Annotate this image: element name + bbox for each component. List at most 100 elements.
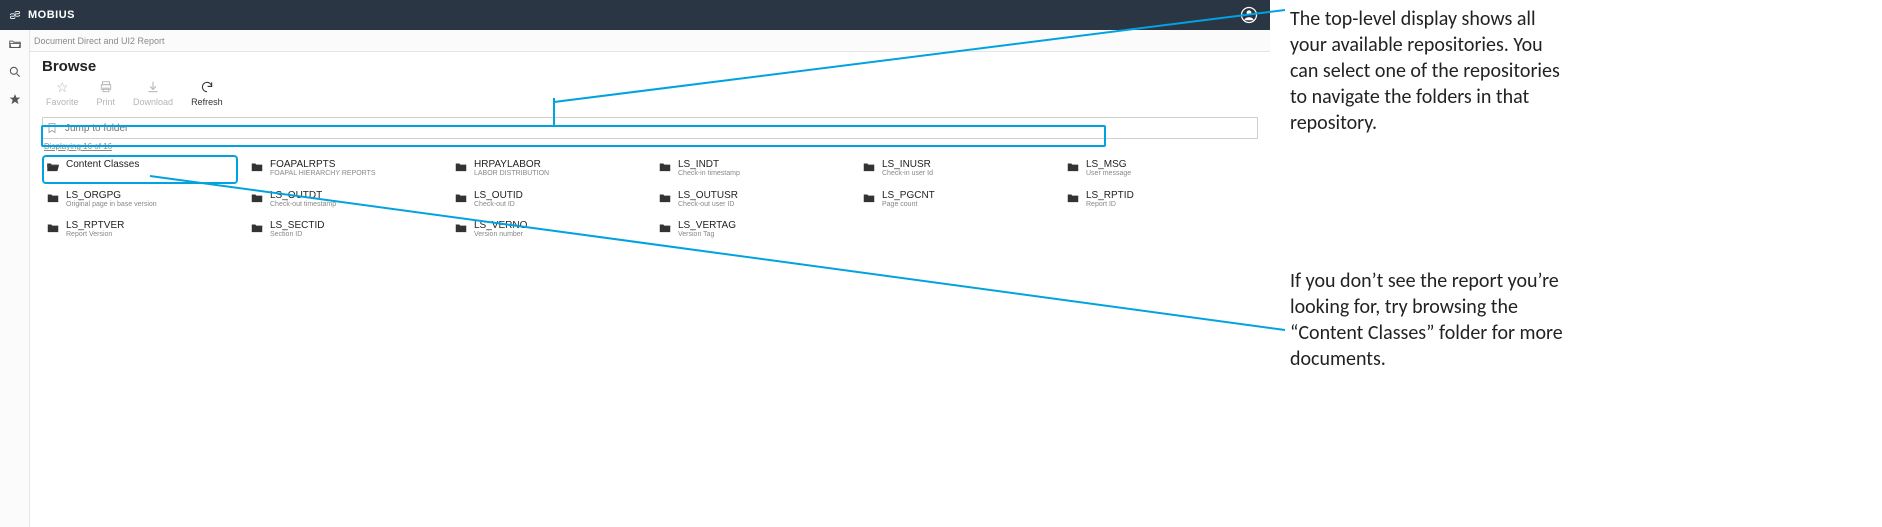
folder-item[interactable]: LS_INUSRCheck-in user Id — [858, 155, 1054, 184]
folder-icon — [454, 191, 468, 205]
folder-name: LS_VERNO — [474, 220, 527, 231]
folder-item[interactable]: LS_OUTIDCheck-out ID — [450, 186, 646, 215]
folder-desc: Report ID — [1086, 201, 1134, 209]
folder-name: LS_MSG — [1086, 159, 1131, 170]
download-label: Download — [133, 97, 173, 107]
folder-item[interactable]: LS_RPTIDReport ID — [1062, 186, 1258, 215]
left-rail — [0, 30, 30, 527]
folder-icon — [862, 191, 876, 205]
folder-desc: FOAPAL HIERARCHY REPORTS — [270, 170, 376, 178]
folder-icon — [454, 221, 468, 235]
folder-desc: LABOR DISTRIBUTION — [474, 170, 549, 178]
rail-folder-open-icon[interactable] — [0, 30, 30, 58]
folder-icon — [454, 160, 468, 174]
brand-label: MOBIUS — [28, 9, 75, 21]
print-label: Print — [97, 97, 116, 107]
favorite-button[interactable]: ☆ Favorite — [46, 79, 79, 107]
folder-desc: Original page in base version — [66, 201, 157, 209]
folder-icon — [250, 221, 264, 235]
rail-search-icon[interactable] — [0, 58, 30, 86]
folder-item[interactable]: LS_RPTVERReport Version — [42, 216, 238, 245]
folder-item[interactable]: LS_PGCNTPage count — [858, 186, 1054, 215]
folder-text: LS_INUSRCheck-in user Id — [882, 159, 933, 178]
folder-icon — [658, 221, 672, 235]
folder-item[interactable]: LS_VERTAGVersion Tag — [654, 216, 850, 245]
refresh-label: Refresh — [191, 97, 223, 107]
folder-text: LS_ORGPGOriginal page in base version — [66, 190, 157, 209]
folder-text: HRPAYLABORLABOR DISTRIBUTION — [474, 159, 549, 178]
folder-text: LS_INDTCheck-in timestamp — [678, 159, 740, 178]
annotation-text-top: The top-level display shows all your ava… — [1290, 6, 1570, 136]
folder-item[interactable]: HRPAYLABORLABOR DISTRIBUTION — [450, 155, 646, 184]
folder-name: LS_SECTID — [270, 220, 324, 231]
folder-name: LS_OUTUSR — [678, 190, 738, 201]
folder-name: LS_PGCNT — [882, 190, 935, 201]
folder-text: LS_VERTAGVersion Tag — [678, 220, 736, 239]
page-title: Browse — [30, 52, 1270, 79]
folder-item[interactable]: LS_OUTDTCheck-out timestamp — [246, 186, 442, 215]
folder-text: LS_OUTDTCheck-out timestamp — [270, 190, 336, 209]
folder-text: LS_RPTIDReport ID — [1086, 190, 1134, 209]
folder-desc: Report Version — [66, 231, 124, 239]
print-icon — [99, 79, 113, 95]
folder-icon — [658, 191, 672, 205]
folder-name: LS_INDT — [678, 159, 740, 170]
folder-icon — [862, 160, 876, 174]
main-content: Browse ☆ Favorite Print Download Refresh — [30, 52, 1270, 245]
top-bar: MOBIUS — [0, 0, 1270, 30]
annotation-text-bottom: If you don’t see the report you’re looki… — [1290, 268, 1570, 372]
folder-text: LS_MSGUser message — [1086, 159, 1131, 178]
folder-item[interactable]: LS_VERNOVersion number — [450, 216, 646, 245]
folder-text: Content Classes — [66, 159, 139, 170]
folder-text: LS_OUTUSRCheck-out user ID — [678, 190, 738, 209]
refresh-icon — [200, 79, 214, 95]
folder-text: LS_VERNOVersion number — [474, 220, 527, 239]
folder-name: LS_VERTAG — [678, 220, 736, 231]
refresh-button[interactable]: Refresh — [191, 79, 223, 107]
folder-name: Content Classes — [66, 159, 139, 170]
folder-icon — [250, 160, 264, 174]
folder-desc: Check-out user ID — [678, 201, 738, 209]
folder-icon — [250, 191, 264, 205]
folder-desc: Version number — [474, 231, 527, 239]
folder-desc: Check-in timestamp — [678, 170, 740, 178]
folder-item[interactable]: LS_MSGUser message — [1062, 155, 1258, 184]
folder-icon — [46, 221, 60, 235]
folder-grid: Content Classes FOAPALRPTSFOAPAL HIERARCH… — [30, 155, 1270, 245]
folder-text: LS_SECTIDSection ID — [270, 220, 324, 239]
print-button[interactable]: Print — [97, 79, 116, 107]
download-button[interactable]: Download — [133, 79, 173, 107]
folder-icon — [46, 191, 60, 205]
folder-desc: Check-in user Id — [882, 170, 933, 178]
folder-name: LS_RPTVER — [66, 220, 124, 231]
folder-item[interactable]: LS_SECTIDSection ID — [246, 216, 442, 245]
folder-icon — [1066, 160, 1080, 174]
folder-item[interactable]: LS_ORGPGOriginal page in base version — [42, 186, 238, 215]
folder-name: LS_OUTID — [474, 190, 523, 201]
folder-desc: Page count — [882, 201, 935, 209]
folder-item[interactable]: FOAPALRPTSFOAPAL HIERARCHY REPORTS — [246, 155, 442, 184]
favorite-label: Favorite — [46, 97, 79, 107]
folder-item[interactable]: LS_OUTUSRCheck-out user ID — [654, 186, 850, 215]
star-icon: ☆ — [56, 79, 69, 95]
breadcrumb-text[interactable]: Document Direct and UI2 Report — [34, 36, 165, 46]
anno-box-search — [41, 125, 1106, 147]
folder-open-icon — [46, 160, 60, 174]
folder-item[interactable]: LS_INDTCheck-in timestamp — [654, 155, 850, 184]
toolbar: ☆ Favorite Print Download Refresh — [30, 79, 1270, 113]
breadcrumb-row: Document Direct and UI2 Report — [0, 30, 1270, 52]
logo-section: MOBIUS — [8, 8, 75, 22]
folder-text: LS_RPTVERReport Version — [66, 220, 124, 239]
rail-favorite-icon[interactable] — [0, 86, 30, 114]
folder-name: LS_OUTDT — [270, 190, 336, 201]
folder-name: LS_INUSR — [882, 159, 933, 170]
folder-text: LS_OUTIDCheck-out ID — [474, 190, 523, 209]
folder-icon — [658, 160, 672, 174]
folder-name: LS_RPTID — [1086, 190, 1134, 201]
folder-desc: Version Tag — [678, 231, 736, 239]
folder-desc: Check-out timestamp — [270, 201, 336, 209]
folder-desc: User message — [1086, 170, 1131, 178]
folder-item[interactable]: Content Classes — [42, 155, 238, 184]
folder-desc: Section ID — [270, 231, 324, 239]
user-avatar-icon[interactable] — [1240, 6, 1258, 24]
